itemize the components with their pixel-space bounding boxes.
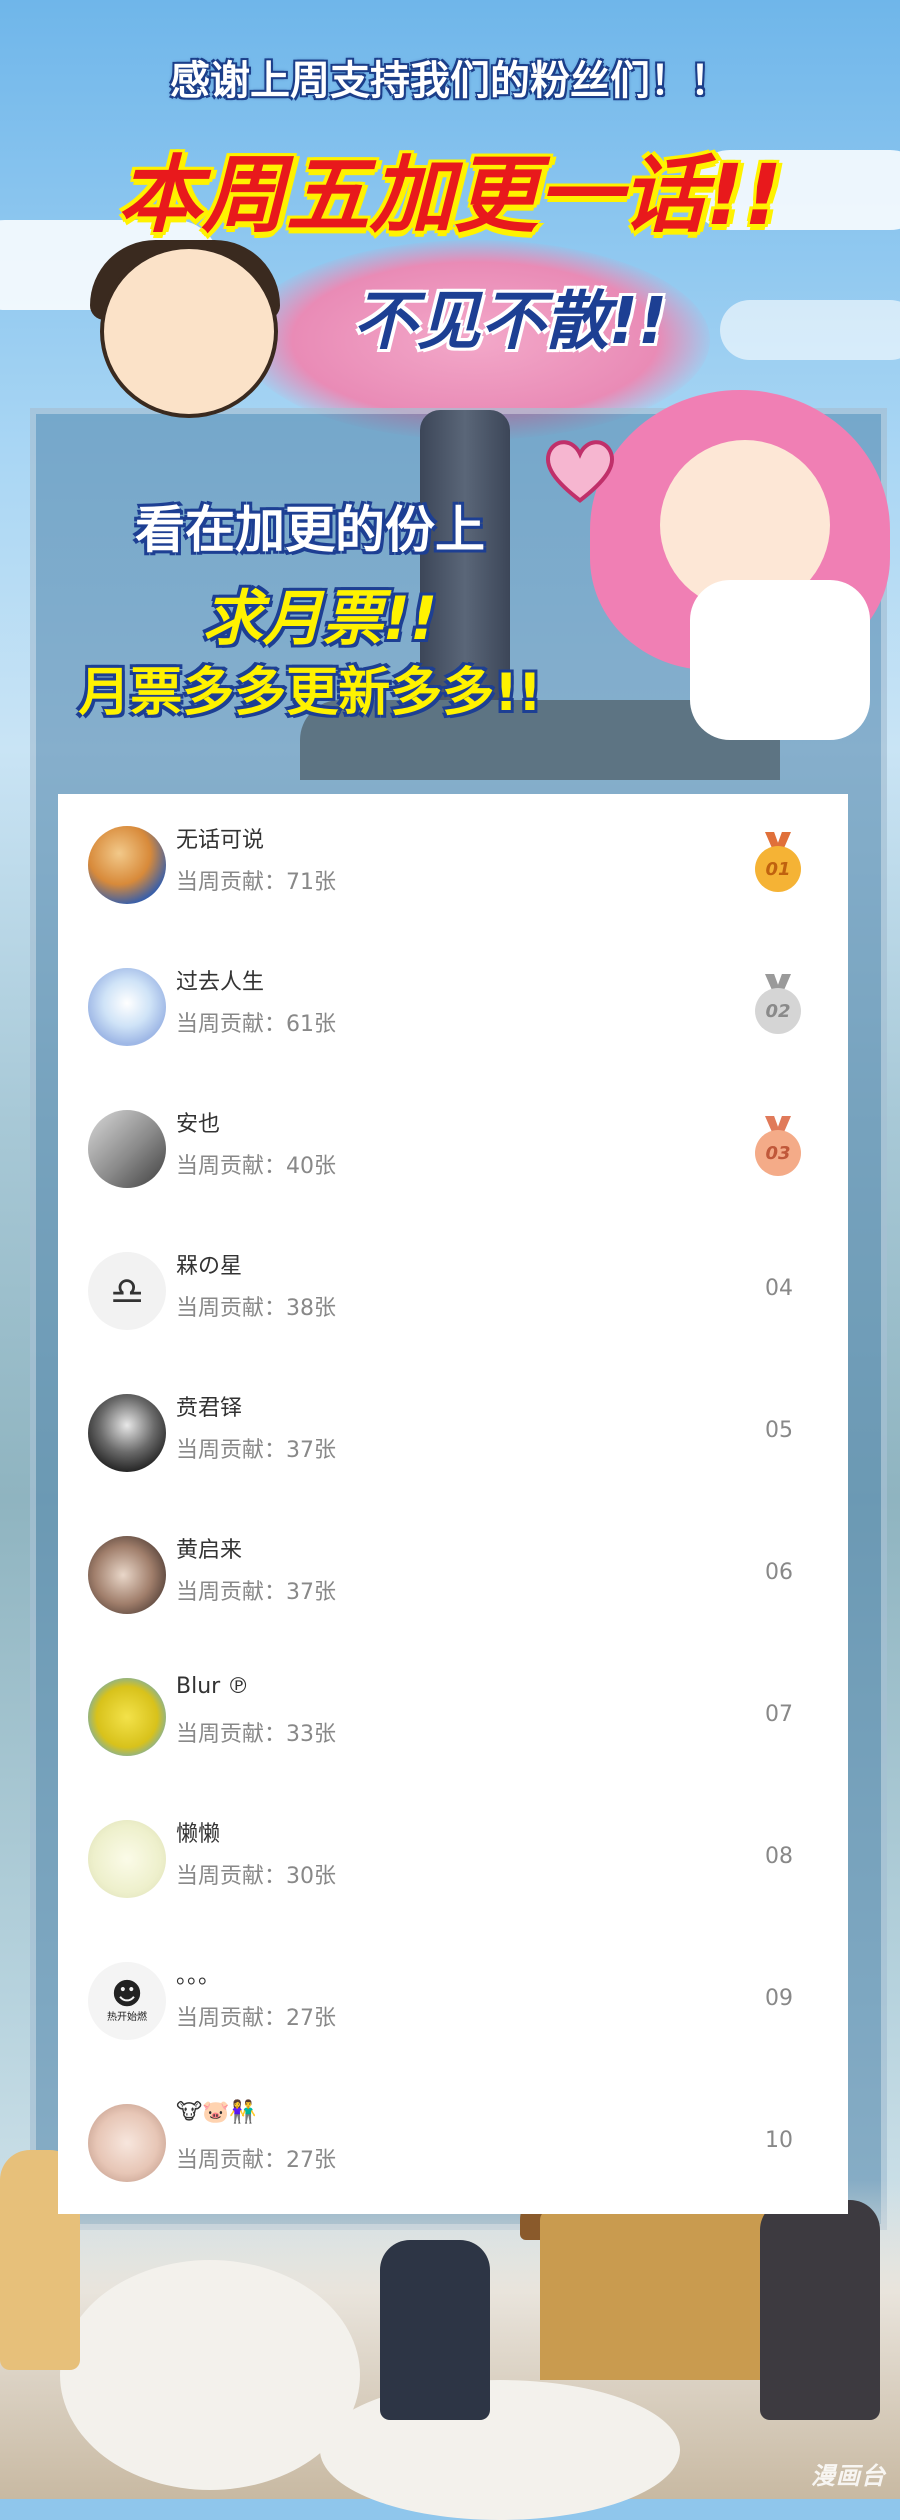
rank-number: 04 xyxy=(765,1276,793,1301)
username[interactable]: 黄启来 xyxy=(176,1532,242,1564)
contribution-text: 当周贡献：37张 xyxy=(176,1580,336,1605)
ranking-row[interactable]: ♎ 槑の星 当周贡献：38张 04 xyxy=(58,1220,848,1362)
avatar[interactable] xyxy=(88,968,166,1046)
username[interactable]: 懒懒 xyxy=(176,1816,220,1848)
username[interactable]: 安也 xyxy=(176,1106,220,1138)
character-figure xyxy=(380,2240,490,2420)
username[interactable]: 过去人生 xyxy=(176,964,264,996)
rank-number: 05 xyxy=(765,1418,793,1443)
username[interactable]: 贲君铎 xyxy=(176,1390,242,1422)
silver-medal-icon: 02 xyxy=(753,974,803,1038)
character-figure xyxy=(760,2200,880,2420)
character-right-body xyxy=(690,580,870,740)
ranking-row[interactable]: 安也 当周贡献：40张 03 xyxy=(58,1078,848,1220)
rank-number: 09 xyxy=(765,1986,793,2011)
avatar[interactable] xyxy=(88,1678,166,1756)
plea-line-1: 看在加更的份上 xyxy=(135,501,485,559)
headline: 本周五加更一话!! xyxy=(117,146,783,244)
character-left-face xyxy=(100,245,278,418)
ranking-row[interactable]: 贲君铎 当周贡献：37张 05 xyxy=(58,1362,848,1504)
ranking-row[interactable]: Blur ℗ 当周贡献：33张 07 xyxy=(58,1646,848,1788)
thanks-title: 感谢上周支持我们的粉丝们！！ xyxy=(170,58,730,104)
avatar[interactable] xyxy=(88,1394,166,1472)
watermark-logo: 漫画台 xyxy=(811,2463,886,2490)
bronze-medal-icon: 03 xyxy=(753,1116,803,1180)
avatar[interactable] xyxy=(88,1536,166,1614)
contribution-text: 当周贡献：30张 xyxy=(176,1864,336,1889)
username[interactable]: Blur ℗ xyxy=(176,1674,249,1699)
libra-icon: ♎ xyxy=(109,1269,145,1313)
avatar[interactable] xyxy=(88,1110,166,1188)
rank-number: 01 xyxy=(755,846,801,892)
avatar-caption: 热开始燃 xyxy=(107,2012,147,2023)
ranking-row[interactable]: ☻ 热开始燃 。。。 当周贡献：27张 09 xyxy=(58,1930,848,2072)
username[interactable]: 无话可说 xyxy=(176,822,264,854)
ranking-list: 无话可说 当周贡献：71张 01 过去人生 当周贡献：61张 02 安也 当周贡… xyxy=(58,794,848,2214)
ranking-row[interactable]: 🐮🐷👫 当周贡献：27张 10 xyxy=(58,2072,848,2214)
avatar[interactable] xyxy=(88,2104,166,2182)
ranking-row[interactable]: 过去人生 当周贡献：61张 02 xyxy=(58,936,848,1078)
contribution-text: 当周贡献：37张 xyxy=(176,1438,336,1463)
ranking-row[interactable]: 无话可说 当周贡献：71张 01 xyxy=(58,794,848,936)
rank-number: 03 xyxy=(755,1130,801,1176)
avatar[interactable] xyxy=(88,1820,166,1898)
meme-face-icon: ☻ xyxy=(111,1977,143,2012)
contribution-text: 当周贡献：38张 xyxy=(176,1296,336,1321)
cloud xyxy=(720,300,900,360)
avatar[interactable]: ☻ 热开始燃 xyxy=(88,1962,166,2040)
rank-number: 06 xyxy=(765,1560,793,1585)
username[interactable]: 🐮🐷👫 xyxy=(176,2100,257,2125)
cloud-creature xyxy=(60,2260,360,2490)
rank-number: 02 xyxy=(755,988,801,1034)
contribution-text: 当周贡献：40张 xyxy=(176,1154,336,1179)
username[interactable]: 槑の星 xyxy=(176,1248,242,1280)
rank-number: 10 xyxy=(765,2128,793,2153)
plea-line-3: 月票多多更新多多!! xyxy=(78,663,542,723)
contribution-text: 当周贡献：71张 xyxy=(176,870,336,895)
plea-line-2: 求月票!! xyxy=(202,584,438,654)
rank-number: 07 xyxy=(765,1702,793,1727)
ranking-row[interactable]: 懒懒 当周贡献：30张 08 xyxy=(58,1788,848,1930)
username[interactable]: 。。。 xyxy=(176,1958,220,1990)
contribution-text: 当周贡献：27张 xyxy=(176,2148,336,2173)
heart-icon xyxy=(546,440,614,503)
avatar[interactable]: ♎ xyxy=(88,1252,166,1330)
avatar[interactable] xyxy=(88,826,166,904)
cloud-creature xyxy=(320,2380,680,2520)
see-you-text: 不见不散!! xyxy=(352,285,668,359)
rank-number: 08 xyxy=(765,1844,793,1869)
contribution-text: 当周贡献：33张 xyxy=(176,1722,336,1747)
contribution-text: 当周贡献：61张 xyxy=(176,1012,336,1037)
temple-building xyxy=(540,2210,790,2380)
ranking-row[interactable]: 黄启来 当周贡献：37张 06 xyxy=(58,1504,848,1646)
gold-medal-icon: 01 xyxy=(753,832,803,896)
contribution-text: 当周贡献：27张 xyxy=(176,2006,336,2031)
